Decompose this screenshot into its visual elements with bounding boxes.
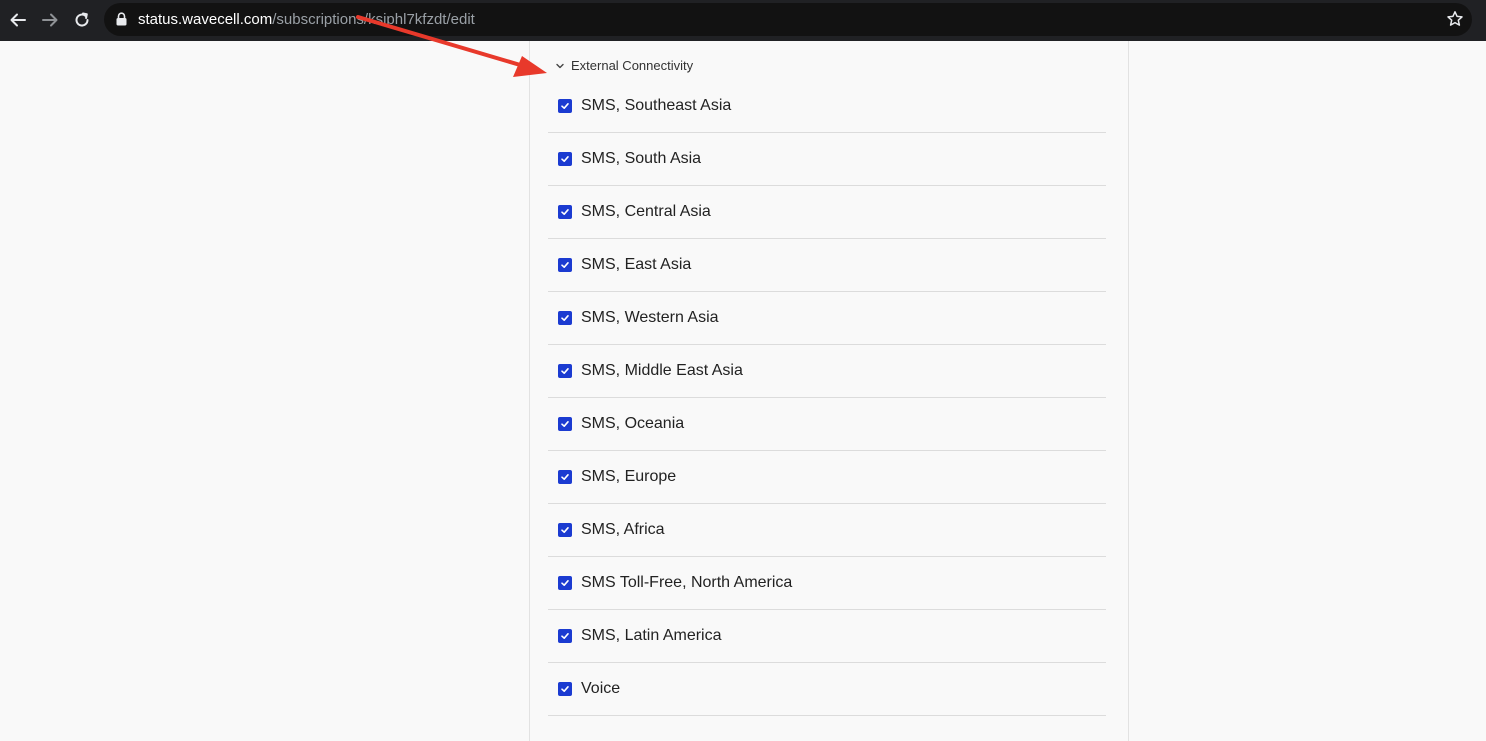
checkmark-icon	[561, 421, 569, 427]
component-item[interactable]: SMS, Latin America	[548, 610, 1106, 663]
chevron-down-icon	[556, 63, 564, 68]
reload-button[interactable]	[70, 8, 94, 32]
star-icon[interactable]	[1446, 10, 1464, 28]
component-label: SMS, Western Asia	[581, 309, 719, 326]
component-label: SMS, Africa	[581, 521, 665, 538]
component-label: SMS, South Asia	[581, 150, 702, 167]
url-text: status.wavecell.com/subscriptions/ksiphl…	[138, 11, 475, 29]
checkmark-icon	[561, 315, 569, 321]
component-checkbox[interactable]	[558, 417, 572, 431]
component-item[interactable]: SMS Toll-Free, North America	[548, 557, 1106, 610]
component-checkbox[interactable]	[558, 576, 572, 590]
checkmark-icon	[561, 156, 569, 162]
component-item[interactable]: SMS, Western Asia	[548, 292, 1106, 345]
component-label: Voice	[581, 680, 621, 697]
component-checkbox[interactable]	[558, 152, 572, 166]
checkmark-icon	[561, 474, 569, 480]
component-checkbox[interactable]	[558, 99, 572, 113]
component-label: SMS Toll-Free, North America	[581, 574, 793, 591]
checkmark-icon	[561, 633, 569, 639]
component-item[interactable]: Voice	[548, 663, 1106, 716]
back-arrow-icon	[10, 13, 26, 27]
component-checkbox[interactable]	[558, 470, 572, 484]
component-checkbox[interactable]	[558, 682, 572, 696]
checkmark-icon	[561, 368, 569, 374]
checkmark-icon	[561, 527, 569, 533]
component-item[interactable]: SMS, Southeast Asia	[548, 80, 1106, 133]
component-label: SMS, Central Asia	[581, 203, 711, 220]
component-label: SMS, East Asia	[581, 256, 692, 273]
checkmark-icon	[561, 580, 569, 586]
group-toggle-external-connectivity[interactable]: External Connectivity	[554, 58, 693, 73]
url-path: /subscriptions/ksiphl7kfzdt/edit	[272, 11, 475, 28]
component-item[interactable]: SMS, Middle East Asia	[548, 345, 1106, 398]
component-list: SMS, Southeast Asia SMS, South Asia SMS, C…	[548, 80, 1106, 716]
component-label: SMS, Oceania	[581, 415, 685, 432]
lock-icon	[116, 12, 127, 26]
component-checkbox[interactable]	[558, 258, 572, 272]
component-checkbox[interactable]	[558, 629, 572, 643]
checkmark-icon	[561, 686, 569, 692]
group-label: External Connectivity	[571, 58, 694, 73]
url-host: status.wavecell.com	[138, 11, 273, 28]
forward-arrow-icon	[42, 13, 58, 27]
back-button[interactable]	[6, 8, 30, 32]
component-label: SMS, Latin America	[581, 627, 722, 644]
subscription-panel: External Connectivity SMS, Southeast Asi…	[529, 41, 1129, 741]
checkmark-icon	[561, 209, 569, 215]
address-bar[interactable]: status.wavecell.com/subscriptions/ksiphl…	[104, 3, 1472, 36]
component-item[interactable]: SMS, East Asia	[548, 239, 1106, 292]
component-item[interactable]: SMS, Central Asia	[548, 186, 1106, 239]
component-label: SMS, Southeast Asia	[581, 97, 732, 114]
component-item[interactable]: SMS, Europe	[548, 451, 1106, 504]
component-label: SMS, Middle East Asia	[581, 362, 743, 379]
component-checkbox[interactable]	[558, 364, 572, 378]
browser-toolbar: status.wavecell.com/subscriptions/ksiphl…	[0, 0, 1486, 41]
component-checkbox[interactable]	[558, 205, 572, 219]
checkmark-icon	[561, 103, 569, 109]
forward-button[interactable]	[38, 8, 62, 32]
component-checkbox[interactable]	[558, 523, 572, 537]
component-checkbox[interactable]	[558, 311, 572, 325]
reload-icon	[75, 12, 89, 27]
component-item[interactable]: SMS, Africa	[548, 504, 1106, 557]
component-label: SMS, Europe	[581, 468, 677, 485]
component-item[interactable]: SMS, Oceania	[548, 398, 1106, 451]
component-item[interactable]: SMS, South Asia	[548, 133, 1106, 186]
checkmark-icon	[561, 262, 569, 268]
